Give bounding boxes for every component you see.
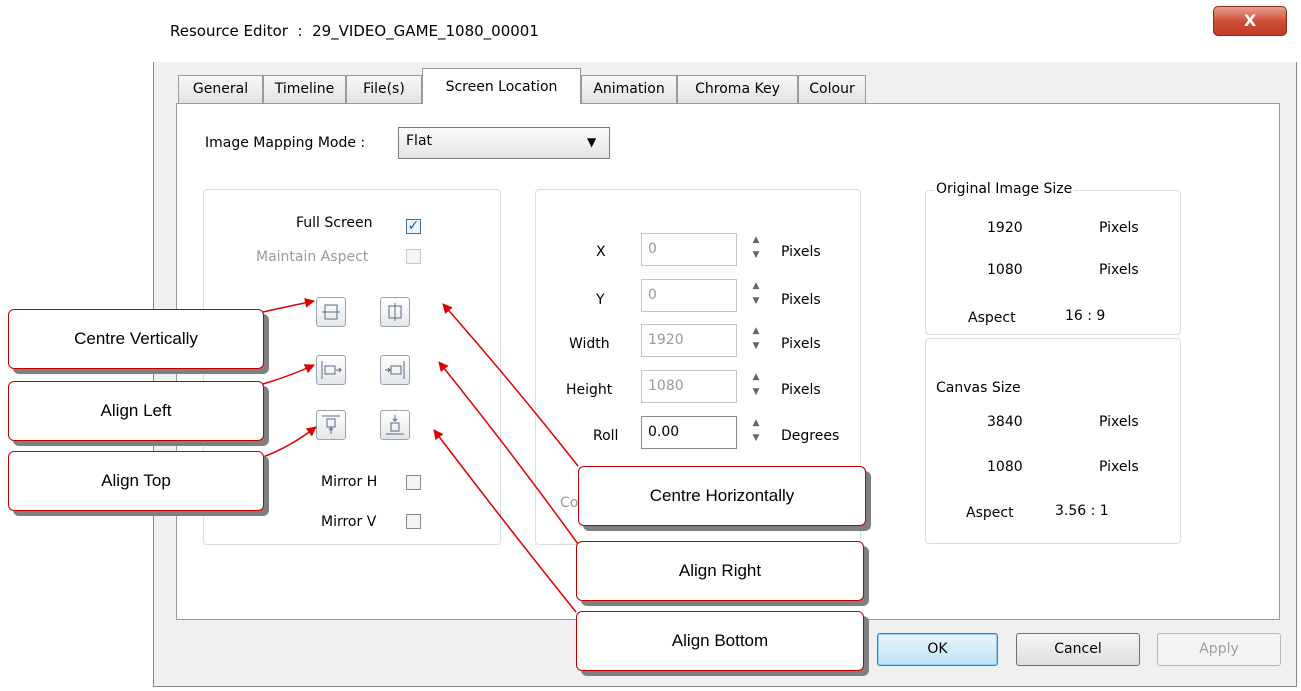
arrow-align-left	[262, 364, 315, 385]
callout-centre-vertically: Centre Vertically	[8, 309, 264, 369]
callout-align-right: Align Right	[576, 541, 864, 601]
arrow-centre-vertically	[262, 297, 315, 313]
callout-align-left: Align Left	[8, 381, 264, 441]
callout-centre-horizontally: Centre Horizontally	[578, 466, 866, 526]
arrow-centre-horizontally	[442, 303, 579, 467]
arrow-align-top	[262, 426, 317, 458]
arrow-align-bottom	[433, 429, 577, 613]
callout-align-top: Align Top	[8, 451, 264, 511]
arrow-align-right	[438, 361, 579, 545]
callout-align-bottom: Align Bottom	[576, 611, 864, 671]
